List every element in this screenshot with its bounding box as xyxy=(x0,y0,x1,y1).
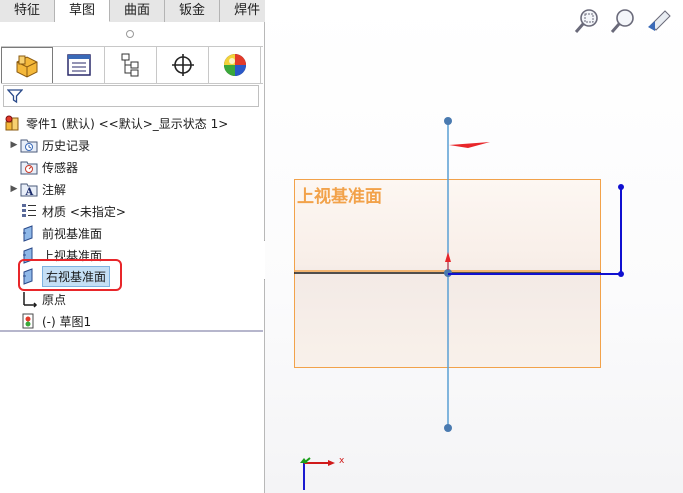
construction-endpoint-bottom xyxy=(444,424,452,432)
triad-x-label: x xyxy=(339,456,345,466)
sketch-geometry xyxy=(294,117,624,490)
sketch-corner-point xyxy=(618,271,624,277)
construction-endpoint-top xyxy=(444,117,452,125)
sketch-endpoint xyxy=(618,184,624,190)
sketch-line xyxy=(448,187,622,275)
reference-triad xyxy=(300,457,335,490)
origin-arrow xyxy=(445,252,451,262)
red-pointer-arrow xyxy=(449,142,490,148)
